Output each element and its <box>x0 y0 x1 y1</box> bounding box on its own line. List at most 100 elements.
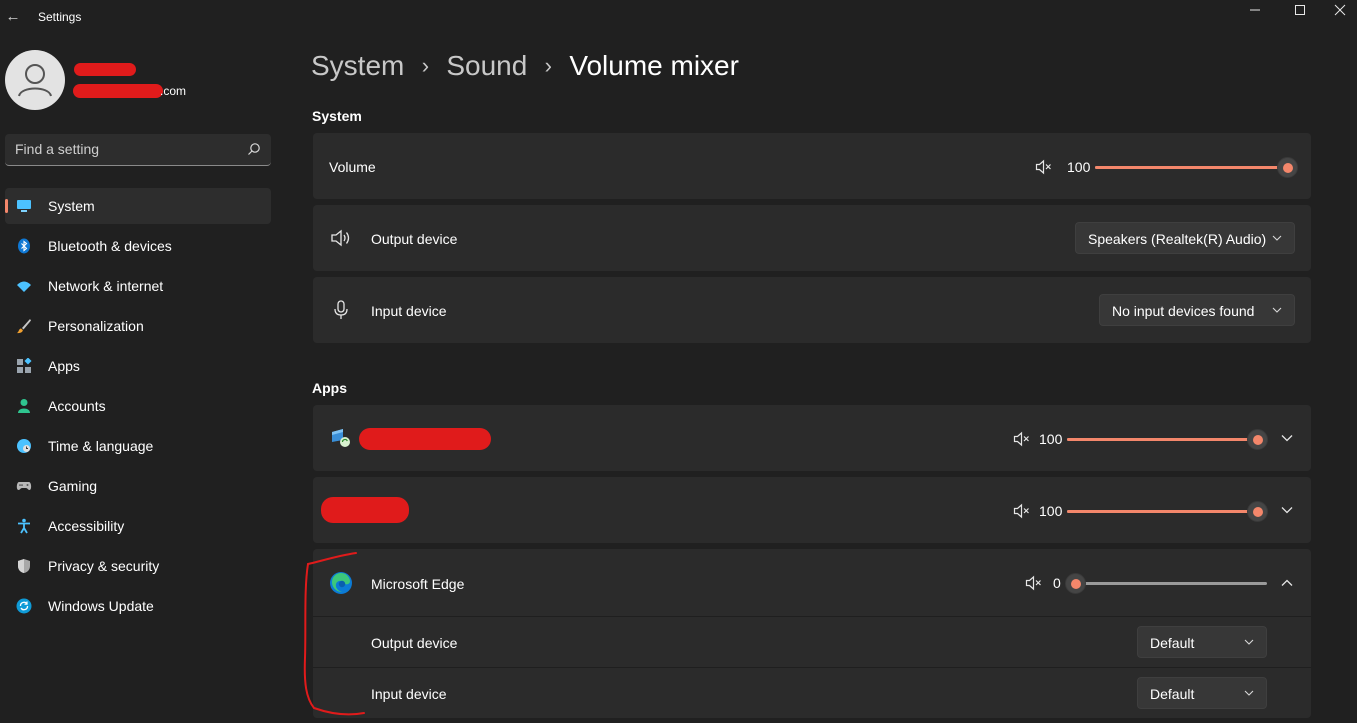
redaction-mark <box>73 84 163 98</box>
mute-speaker-icon[interactable] <box>1013 502 1031 520</box>
sidebar-item-label: Personalization <box>48 318 144 334</box>
app-volume-slider-thumb[interactable] <box>1246 501 1268 522</box>
app-row: 100 <box>313 477 1311 543</box>
chevron-down-icon <box>1244 639 1254 645</box>
user-profile[interactable]: .com <box>0 46 282 114</box>
app-volume-value: 100 <box>1039 503 1063 519</box>
app-input-device-row: Input device Default <box>313 668 1311 718</box>
microphone-icon <box>334 300 348 319</box>
search-icon[interactable] <box>247 142 261 156</box>
app-volume-slider[interactable] <box>1067 501 1268 522</box>
breadcrumb: System › Sound › Volume mixer <box>311 50 739 90</box>
volume-slider-thumb[interactable] <box>1276 157 1298 178</box>
sidebar-nav: System Bluetooth & devices Network & int… <box>5 188 271 628</box>
chevron-down-icon <box>1272 307 1282 313</box>
mute-speaker-icon[interactable] <box>1025 574 1043 592</box>
app-volume-slider[interactable] <box>1067 429 1268 450</box>
app-row: 100 <box>313 405 1311 471</box>
section-heading-system: System <box>312 108 362 124</box>
app-output-device-row: Output device Default <box>313 617 1311 667</box>
person-avatar-icon <box>18 64 52 97</box>
shield-icon <box>18 559 30 573</box>
accessibility-icon <box>18 518 30 534</box>
output-device-selected: Speakers (Realtek(R) Audio) <box>1088 231 1267 247</box>
app-volume-slider-thumb[interactable] <box>1064 573 1086 594</box>
input-device-dropdown[interactable]: No input devices found <box>1099 294 1295 326</box>
volume-slider-fill <box>1095 166 1287 169</box>
maximize-button[interactable] <box>1277 0 1323 20</box>
sidebar-item-label: Privacy & security <box>48 558 160 574</box>
sidebar-item-network[interactable]: Network & internet <box>5 268 271 304</box>
sidebar-item-label: Apps <box>48 358 80 374</box>
bluetooth-icon <box>18 238 30 254</box>
app-volume-slider[interactable] <box>1064 573 1267 594</box>
app-output-device-dropdown[interactable]: Default <box>1137 626 1267 658</box>
chevron-down-icon[interactable] <box>1280 431 1294 445</box>
sidebar-item-bluetooth[interactable]: Bluetooth & devices <box>5 228 271 264</box>
output-device-dropdown[interactable]: Speakers (Realtek(R) Audio) <box>1075 222 1295 254</box>
app-volume-control: 100 <box>1011 499 1273 523</box>
apps-icon <box>17 358 32 373</box>
globe-clock-icon <box>17 439 31 453</box>
volume-label: Volume <box>329 159 376 175</box>
app-title: Settings <box>38 10 82 24</box>
sidebar-item-gaming[interactable]: Gaming <box>5 468 271 504</box>
wifi-icon <box>17 281 31 292</box>
breadcrumb-separator: › <box>544 53 552 78</box>
breadcrumb-sound[interactable]: Sound <box>446 50 527 81</box>
app-output-device-label: Output device <box>371 635 458 651</box>
search-box[interactable] <box>5 134 271 166</box>
volume-slider[interactable] <box>1095 157 1298 178</box>
breadcrumb-separator: › <box>421 53 430 78</box>
page-title: Volume mixer <box>569 50 739 81</box>
monitor-icon <box>17 200 31 212</box>
sidebar-item-privacy-security[interactable]: Privacy & security <box>5 548 271 584</box>
speaker-icon <box>331 229 350 247</box>
person-icon <box>18 399 30 413</box>
input-device-card: Input device No input devices found <box>313 277 1311 343</box>
chevron-up-icon[interactable] <box>1280 576 1294 590</box>
sidebar-item-label: Gaming <box>48 478 98 494</box>
breadcrumb-system[interactable]: System <box>311 50 404 81</box>
avatar <box>5 50 65 110</box>
chevron-down-icon <box>1244 690 1254 696</box>
sidebar-item-system[interactable]: System <box>5 188 271 224</box>
input-device-selected: No input devices found <box>1112 303 1255 319</box>
search-input[interactable] <box>5 134 235 164</box>
sidebar-item-personalization[interactable]: Personalization <box>5 308 271 344</box>
sidebar-item-accounts[interactable]: Accounts <box>5 388 271 424</box>
app-volume-value: 100 <box>1039 431 1063 447</box>
app-input-device-label: Input device <box>371 686 447 702</box>
volume-control: 100 <box>1033 155 1303 179</box>
app-volume-slider-fill <box>1067 438 1257 441</box>
sidebar-item-label: Time & language <box>48 438 154 454</box>
app-window-icon <box>332 429 350 447</box>
brush-icon <box>17 319 31 334</box>
app-output-device-selected: Default <box>1150 635 1195 651</box>
back-arrow-icon[interactable]: ← <box>4 6 22 28</box>
sidebar-item-windows-update[interactable]: Windows Update <box>5 588 271 624</box>
edge-icon <box>330 572 352 594</box>
app-row-microsoft-edge: Microsoft Edge 0 <box>313 549 1311 616</box>
minimize-button[interactable] <box>1232 0 1278 20</box>
update-icon <box>16 598 32 614</box>
app-volume-slider-fill <box>1067 510 1257 513</box>
app-input-device-dropdown[interactable]: Default <box>1137 677 1267 709</box>
redaction-mark <box>321 497 409 523</box>
app-volume-slider-thumb[interactable] <box>1246 429 1268 450</box>
sidebar-item-time-language[interactable]: Time & language <box>5 428 271 464</box>
app-volume-control: 0 <box>1023 571 1273 595</box>
mute-speaker-icon[interactable] <box>1035 158 1053 176</box>
sidebar-item-apps[interactable]: Apps <box>5 348 271 384</box>
chevron-down-icon[interactable] <box>1280 503 1294 517</box>
profile-email: .com <box>160 84 187 98</box>
gamepad-icon <box>16 482 32 490</box>
input-device-label: Input device <box>371 303 447 319</box>
sidebar-item-accessibility[interactable]: Accessibility <box>5 508 271 544</box>
section-heading-apps: Apps <box>312 380 347 396</box>
sidebar-item-label: Bluetooth & devices <box>48 238 172 254</box>
app-volume-value: 0 <box>1053 575 1061 591</box>
app-volume-control: 100 <box>1011 427 1273 451</box>
mute-speaker-icon[interactable] <box>1013 430 1031 448</box>
close-button[interactable] <box>1322 0 1357 20</box>
